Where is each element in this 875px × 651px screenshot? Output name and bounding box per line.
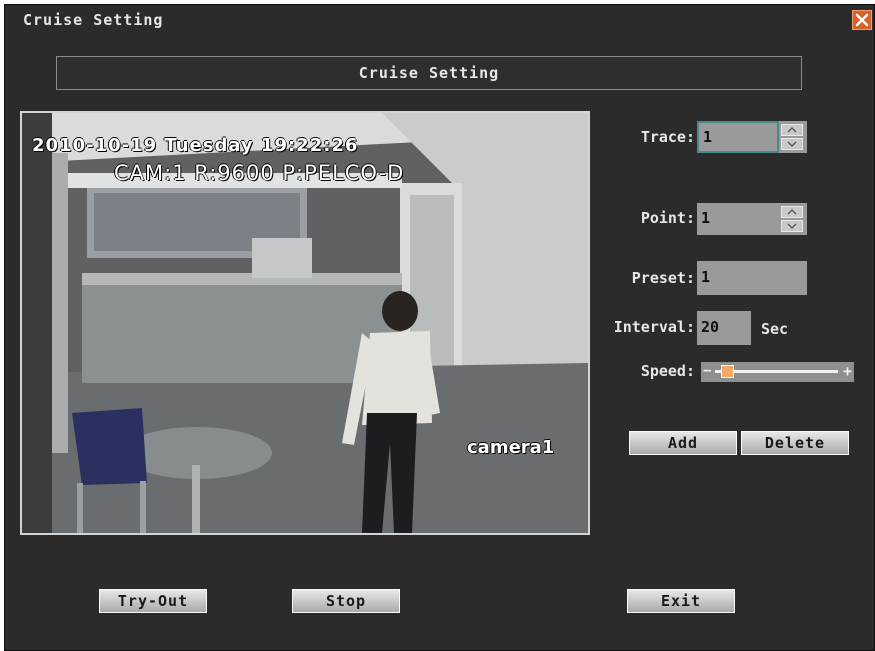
interval-label: Interval: — [613, 318, 695, 336]
point-input[interactable]: 1 — [697, 203, 779, 235]
trace-down-button[interactable] — [781, 138, 803, 150]
caret-up-icon — [787, 127, 797, 133]
exit-button[interactable]: Exit — [627, 589, 735, 613]
close-button[interactable] — [852, 10, 872, 30]
osd-camera-info: CAM:1 R:9600 P:PELCO-D — [114, 161, 405, 185]
trace-input[interactable]: 1 — [697, 121, 779, 153]
delete-button[interactable]: Delete — [741, 431, 849, 455]
osd-camera-name: camera1 — [467, 437, 555, 458]
point-up-button[interactable] — [781, 206, 803, 218]
preset-input[interactable]: 1 — [697, 261, 807, 295]
osd-datetime: 2010-10-19 Tuesday 19:22:26 — [32, 135, 359, 156]
caret-down-icon — [787, 141, 797, 147]
window-title: Cruise Setting — [23, 11, 164, 29]
point-stepper[interactable] — [779, 203, 807, 235]
cruise-setting-window: Cruise Setting Cruise Setting 2010-10-19… — [4, 4, 875, 651]
trace-label: Trace: — [640, 128, 695, 146]
point-down-button[interactable] — [781, 220, 803, 232]
add-button[interactable]: Add — [629, 431, 737, 455]
trace-stepper[interactable] — [779, 121, 807, 153]
interval-unit: Sec — [761, 320, 789, 338]
speed-plus-icon[interactable]: + — [843, 362, 852, 380]
point-label: Point: — [640, 209, 695, 227]
try-out-button[interactable]: Try-Out — [99, 589, 207, 613]
interval-input[interactable]: 20 — [697, 311, 751, 345]
speed-label: Speed: — [640, 362, 695, 380]
close-icon — [855, 13, 869, 27]
camera-preview: 2010-10-19 Tuesday 19:22:26 CAM:1 R:9600… — [20, 111, 590, 535]
trace-up-button[interactable] — [781, 124, 803, 136]
caret-down-icon — [787, 223, 797, 229]
speed-slider[interactable]: − + — [701, 362, 854, 382]
speed-minus-icon[interactable]: − — [703, 363, 711, 379]
caret-up-icon — [787, 209, 797, 215]
preset-label: Preset: — [631, 269, 695, 287]
page-title: Cruise Setting — [56, 56, 802, 90]
stop-button[interactable]: Stop — [292, 589, 400, 613]
speed-slider-thumb[interactable] — [720, 365, 734, 378]
